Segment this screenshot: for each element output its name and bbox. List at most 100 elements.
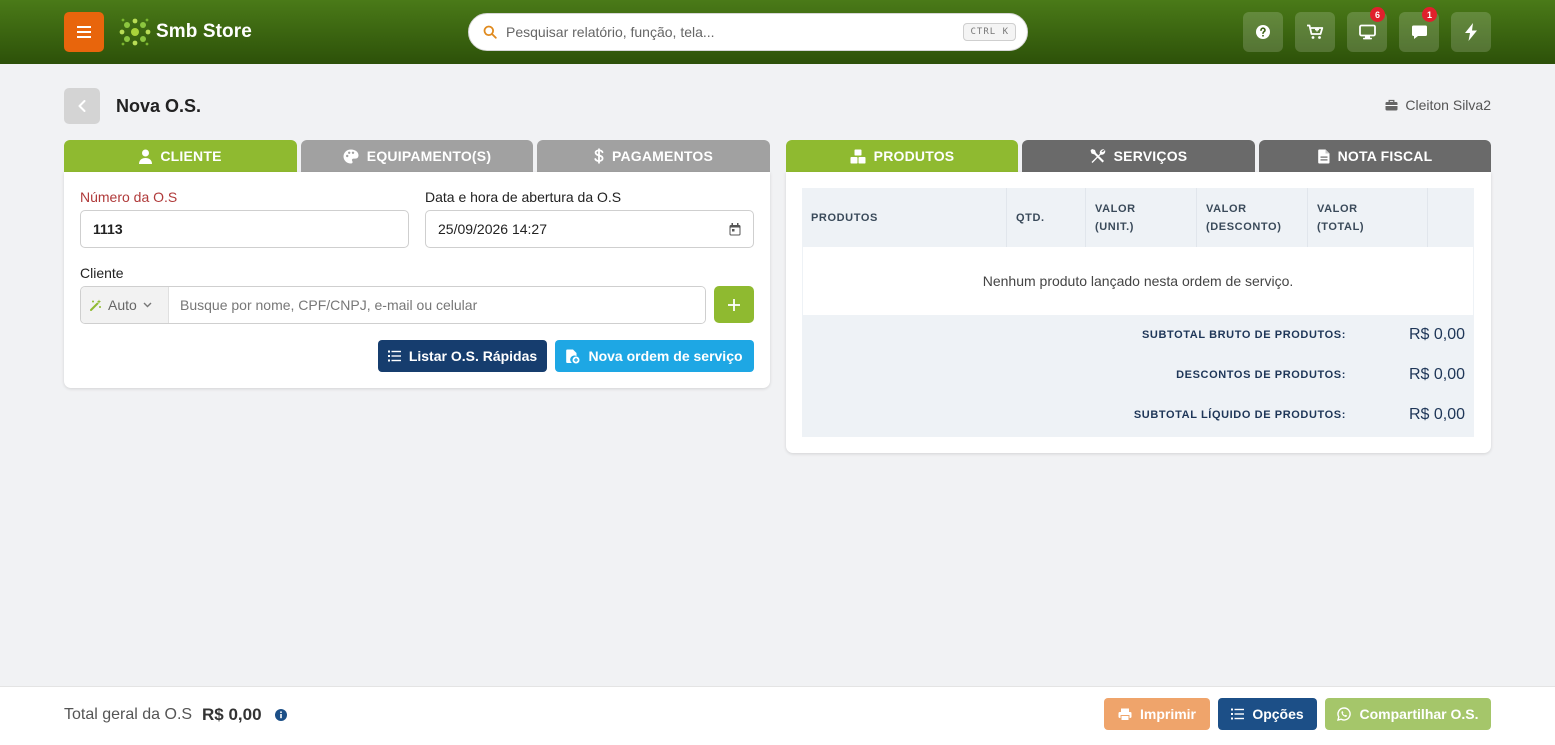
tab-equipamentos[interactable]: EQUIPAMENTO(S) [301,140,533,172]
calendar-icon[interactable] [729,222,741,236]
opened-at-label: Data e hora de abertura da O.S [425,189,622,205]
client-mode-select[interactable]: Auto [81,287,169,323]
products-table-header: PRODUTOS QTD. VALOR (UNIT.) VALOR (DESCONT… [802,188,1474,247]
col-valor-unit: VALOR (UNIT.) [1086,188,1197,247]
options-label: Opções [1252,706,1304,722]
summary-row-net: SUBTOTAL LÍQUIDO DE PRODUTOS: R$ 0,00 [802,395,1474,435]
user-name-label: Cleiton Silva2 [1405,97,1491,113]
logo-dots-icon [119,18,151,46]
search-icon [483,25,497,39]
tools-icon [1090,149,1105,163]
client-form-card: Número da O.S 1113 Data e hora de abertu… [64,172,770,388]
tab-servicos-label: SERVIÇOS [1113,148,1188,164]
tab-equipamentos-label: EQUIPAMENTO(S) [366,148,492,164]
info-icon[interactable] [275,709,287,721]
tab-produtos[interactable]: PRODUTOS [786,140,1018,172]
share-os-button[interactable]: Compartilhar O.S. [1325,698,1491,730]
plus-icon [728,298,740,311]
add-client-button[interactable] [714,286,754,323]
summary-gross-value: R$ 0,00 [1408,326,1465,343]
file-plus-icon [566,349,580,363]
summary-gross-label: SUBTOTAL BRUTO DE PRODUTOS: [1141,329,1346,341]
current-user: Cleiton Silva2 [1385,97,1491,113]
palette-icon [343,149,359,163]
tab-cliente[interactable]: CLIENTE [64,140,297,172]
col-actions [1428,188,1474,247]
list-quick-os-button[interactable]: Listar O.S. Rápidas [378,340,547,372]
new-service-order-button[interactable]: Nova ordem de serviço [555,340,754,372]
dollar-icon [594,148,604,164]
share-os-label: Compartilhar O.S. [1359,706,1479,722]
print-button[interactable]: Imprimir [1104,698,1210,730]
boxes-icon [850,149,866,163]
opened-at-value: 25/09/2026 14:27 [438,221,547,237]
monitor-badge: 6 [1370,7,1385,22]
products-empty-message: Nenhum produto lançado nesta ordem de se… [802,247,1474,315]
chevron-left-icon [78,100,86,112]
monitor-button[interactable]: 6 [1347,7,1387,52]
tab-servicos[interactable]: SERVIÇOS [1022,140,1255,172]
user-icon [139,149,153,164]
list-icon [1231,708,1245,720]
client-label: Cliente [80,265,124,281]
tab-pagamentos-label: PAGAMENTOS [611,148,714,164]
total-label: Total geral da O.S [64,706,193,723]
help-icon [1256,25,1270,39]
document-icon [1317,149,1330,163]
tab-produtos-label: PRODUTOS [873,148,955,164]
chat-icon [1411,25,1427,39]
tab-nota-fiscal[interactable]: NOTA FISCAL [1259,140,1491,172]
search-shortcut-hint: CTRL K [963,23,1016,41]
briefcase-icon [1385,99,1398,111]
quick-actions-button[interactable] [1451,12,1491,52]
client-search-input[interactable] [169,287,705,323]
new-service-order-label: Nova ordem de serviço [588,348,743,364]
opened-at-field[interactable]: 25/09/2026 14:27 [425,210,754,248]
list-icon [387,350,401,362]
cart-icon [1307,24,1324,39]
chat-button[interactable]: 1 [1399,7,1439,52]
products-card: PRODUTOS QTD. VALOR (UNIT.) VALOR (DESCONT… [786,172,1491,453]
back-button[interactable] [64,88,100,124]
client-search-group: Auto [80,286,706,324]
tab-pagamentos[interactable]: PAGAMENTOS [537,140,770,172]
tab-cliente-label: CLIENTE [160,148,222,164]
help-button[interactable] [1243,12,1283,52]
chat-badge: 1 [1422,7,1437,22]
os-number-field[interactable]: 1113 [80,210,409,248]
cart-button[interactable] [1295,12,1335,52]
lightning-icon [1465,23,1477,41]
summary-net-value: R$ 0,00 [1408,406,1465,423]
tab-nota-fiscal-label: NOTA FISCAL [1337,148,1433,164]
os-number-label: Número da O.S [80,189,178,205]
products-summary: SUBTOTAL BRUTO DE PRODUTOS: R$ 0,00 DESC… [802,315,1474,437]
summary-discounts-value: R$ 0,00 [1408,366,1465,383]
col-produtos: PRODUTOS [802,188,1007,247]
brand-logo[interactable]: Smb Store [118,16,252,48]
col-qtd: QTD. [1007,188,1086,247]
footer-bar: Total geral da O.S R$ 0,00 Imprimir Opçõ… [0,686,1555,745]
options-button[interactable]: Opções [1218,698,1317,730]
top-bar: Smb Store CTRL K 6 1 [0,0,1555,64]
col-valor-total: VALOR (TOTAL) [1308,188,1428,247]
col-valor-desconto: VALOR (DESCONTO) [1197,188,1308,247]
hamburger-icon [77,26,91,38]
monitor-icon [1358,24,1376,40]
chevron-down-icon [143,302,152,308]
summary-row-discounts: DESCONTOS DE PRODUTOS: R$ 0,00 [802,355,1474,395]
list-quick-os-label: Listar O.S. Rápidas [408,348,538,364]
summary-row-gross: SUBTOTAL BRUTO DE PRODUTOS: R$ 0,00 [802,315,1474,355]
print-label: Imprimir [1139,706,1196,722]
menu-button[interactable] [64,12,104,52]
search-input[interactable] [506,24,964,40]
printer-icon [1118,708,1132,721]
magic-wand-icon [90,299,102,311]
total-value: R$ 0,00 [202,705,262,724]
summary-net-label: SUBTOTAL LÍQUIDO DE PRODUTOS: [1133,409,1346,421]
summary-discounts-label: DESCONTOS DE PRODUTOS: [1176,369,1346,381]
client-mode-value: Auto [108,297,137,313]
global-search[interactable]: CTRL K [468,13,1028,51]
brand-name: Smb Store [156,21,252,42]
whatsapp-icon [1337,707,1352,721]
page-title: Nova O.S. [116,96,202,116]
